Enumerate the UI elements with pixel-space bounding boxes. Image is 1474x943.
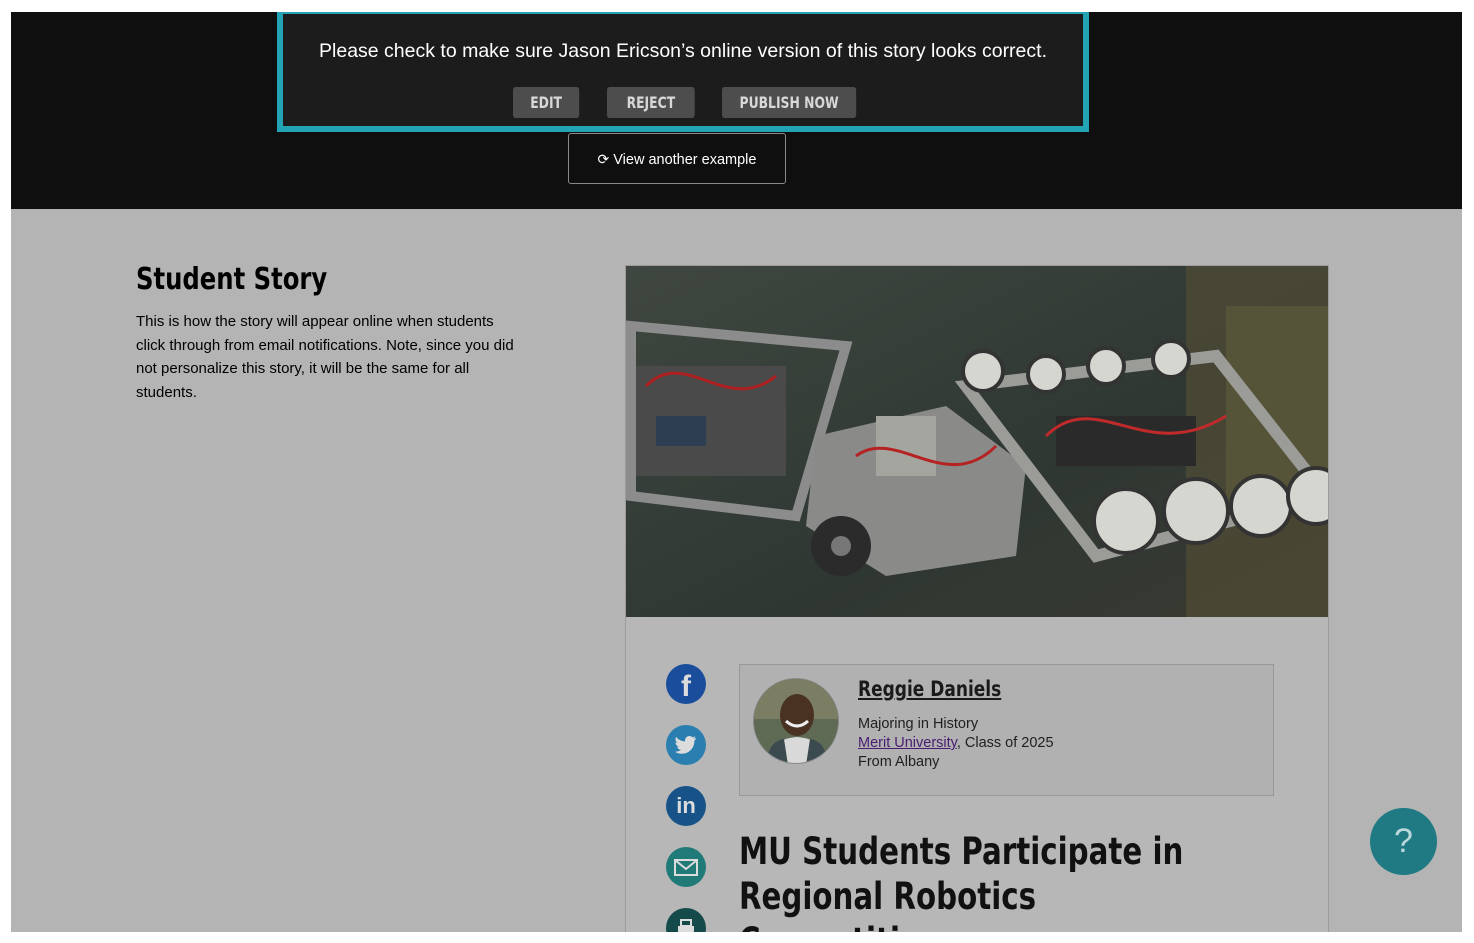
student-university-line: Merit University, Class of 2025: [858, 735, 1054, 751]
edit-button[interactable]: EDIT: [513, 87, 580, 118]
refresh-icon: ⟳: [597, 151, 610, 167]
section-heading: Student Story: [136, 262, 328, 297]
story-title: MU Students Participate in Regional Robo…: [739, 830, 1184, 932]
reject-button[interactable]: REJECT: [607, 87, 695, 118]
page-frame: Please check to make sure Jason Ericson’…: [11, 12, 1462, 932]
student-profile-card: Reggie Daniels Majoring in History Merit…: [739, 664, 1274, 796]
university-link[interactable]: Merit University: [858, 735, 957, 751]
avatar: [753, 678, 839, 764]
story-preview-card: f in Reggie Daniels Majoring in History …: [625, 265, 1329, 932]
section-description: This is how the story will appear online…: [136, 313, 514, 401]
student-major: Majoring in History: [858, 716, 979, 732]
class-year: , Class of 2025: [956, 735, 1054, 751]
student-hometown: From Albany: [858, 754, 940, 770]
view-another-label: View another example: [613, 152, 757, 168]
student-name-link[interactable]: Reggie Daniels: [858, 677, 1001, 701]
top-bar: Please check to make sure Jason Ericson’…: [11, 12, 1462, 209]
facebook-icon[interactable]: f: [666, 664, 706, 704]
print-icon[interactable]: [666, 908, 706, 932]
review-message: Please check to make sure Jason Ericson’…: [319, 40, 1047, 62]
story-hero-image: [626, 266, 1328, 617]
email-icon[interactable]: [666, 847, 706, 887]
review-notice: Please check to make sure Jason Ericson’…: [277, 12, 1089, 132]
help-button[interactable]: ?: [1370, 808, 1437, 875]
linkedin-icon[interactable]: in: [666, 786, 706, 826]
publish-now-button[interactable]: PUBLISH NOW: [722, 87, 857, 118]
view-another-example-button[interactable]: ⟳ View another example: [568, 133, 786, 184]
twitter-icon[interactable]: [666, 725, 706, 765]
